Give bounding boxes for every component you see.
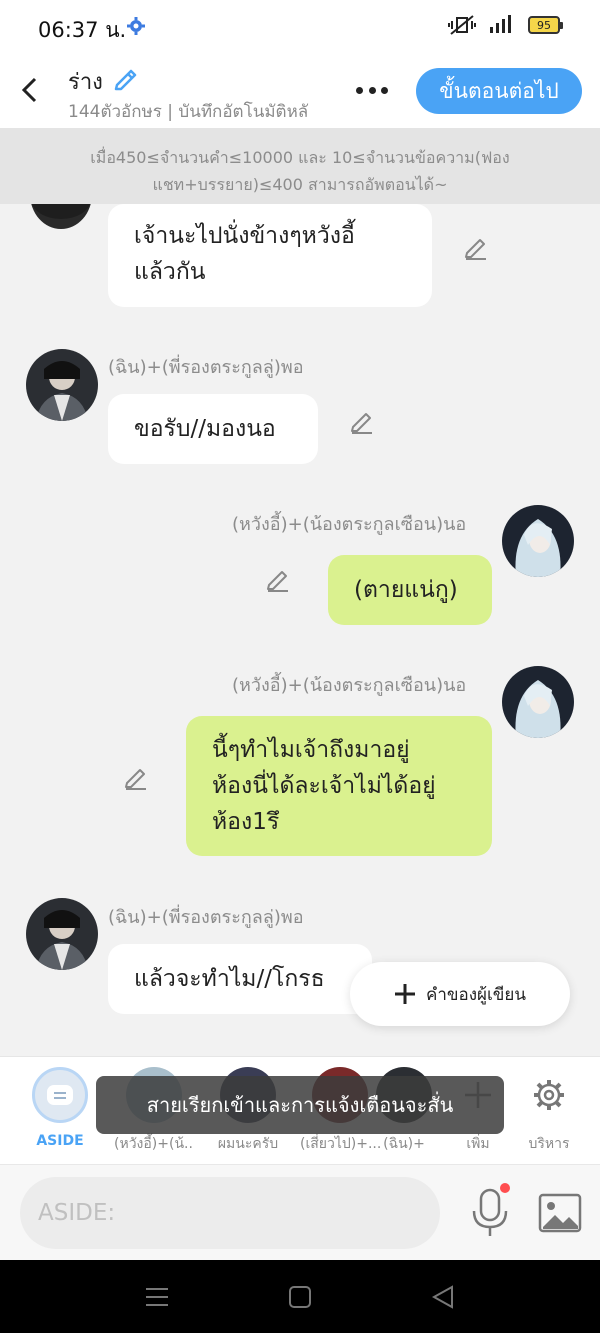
dot-icon (368, 86, 376, 94)
character-name: (หวังอี้)+(น้องตระกูลเซือน)นอ (232, 675, 467, 696)
back-button[interactable] (14, 72, 44, 108)
chat-area[interactable]: เจ้านะไปนั่งข้างๆหวังอี้ แล้วกัน (ฉิน)+(… (0, 204, 600, 1056)
avatar[interactable] (30, 204, 92, 229)
image-icon[interactable] (538, 1193, 582, 1233)
message-bubble[interactable]: เจ้านะไปนั่งข้างๆหวังอี้ แล้วกัน (108, 204, 432, 307)
message-bubble[interactable]: นี้ๆทำไมเจ้าถึงมาอยู่ ห้องนี่ได้ละเจ้าไม… (186, 716, 492, 856)
author-note-button[interactable]: คำของผู้เขียน (350, 962, 570, 1026)
word-count-status: 144ตัวอักษร | บันทึกอัตโนมัติหลั (68, 102, 309, 122)
more-options-button[interactable] (352, 76, 392, 104)
editor-header: ร่าง 144ตัวอักษร | บันทึกอัตโนมัติหลั ขั… (0, 52, 600, 128)
settings-status-icon (127, 17, 145, 35)
gear-icon (521, 1067, 577, 1123)
character-name: (หวังอี้)+(น้องตระกูลเซือน)นอ (232, 514, 467, 535)
system-navigation-bar (0, 1260, 600, 1333)
character-label: (หวังอี้)+(น้... (114, 1136, 194, 1152)
avatar[interactable] (502, 666, 574, 738)
message-bubble[interactable]: ขอรับ//มองนอ (108, 394, 318, 464)
edit-message-icon[interactable] (462, 232, 490, 260)
avatar[interactable] (502, 505, 574, 577)
notification-dot (500, 1183, 510, 1193)
page-title: ร่าง (68, 70, 103, 95)
plus-icon (394, 984, 415, 1004)
character-aside[interactable]: ASIDE (20, 1067, 100, 1149)
edit-message-icon[interactable] (264, 564, 292, 592)
character-label: เพิ่ม (466, 1136, 490, 1152)
microphone-icon[interactable] (466, 1187, 514, 1239)
message-bubble[interactable]: (ตายแน่กู) (328, 555, 492, 625)
avatar[interactable] (26, 349, 98, 421)
aside-icon (32, 1067, 88, 1123)
character-label: (เสี่ยวไป)+... (300, 1136, 380, 1152)
toast-notification: สายเรียกเข้าและการแจ้งเตือนจะสั่น (96, 1076, 504, 1134)
character-label: (ฉิน)+ (383, 1136, 425, 1152)
status-bar: 06:37 น. 95 (0, 0, 600, 52)
battery-icon: 95 (528, 16, 563, 34)
message-input[interactable] (20, 1177, 440, 1249)
character-name: (ฉิน)+(พี่รองตระกูลลู่)พอ (108, 357, 304, 378)
character-name: (ฉิน)+(พี่รองตระกูลลู่)พอ (108, 907, 304, 928)
author-note-label: คำของผู้เขียน (425, 984, 527, 1005)
edit-message-icon[interactable] (122, 762, 150, 790)
vibrate-icon (448, 15, 476, 35)
dot-icon (356, 86, 363, 94)
dot-icon (381, 86, 388, 94)
character-label: ผมนะครับ (217, 1136, 279, 1152)
clock: 06:37 น. (38, 18, 127, 42)
back-nav-icon[interactable] (430, 1284, 456, 1310)
character-label: ASIDE (36, 1133, 84, 1149)
chevron-left-icon (21, 77, 37, 103)
character-label: บริหาร (528, 1136, 570, 1152)
signal-icon (490, 15, 511, 33)
manage-characters-button[interactable]: บริหาร (509, 1067, 589, 1155)
composer-bar (0, 1164, 600, 1260)
next-step-button[interactable]: ขั้นตอนต่อไป (416, 68, 582, 114)
home-icon[interactable] (287, 1284, 313, 1310)
edit-message-icon[interactable] (348, 406, 376, 434)
avatar[interactable] (26, 898, 98, 970)
recent-apps-icon[interactable] (144, 1284, 170, 1310)
edit-title-icon[interactable] (112, 64, 140, 92)
publish-requirement-notice: เมื่อ450≤จำนวนคำ≤10000 และ 10≤จำนวนข้อคว… (0, 128, 600, 204)
message-bubble[interactable]: แล้วจะทำไม//โกรธ (108, 944, 372, 1014)
